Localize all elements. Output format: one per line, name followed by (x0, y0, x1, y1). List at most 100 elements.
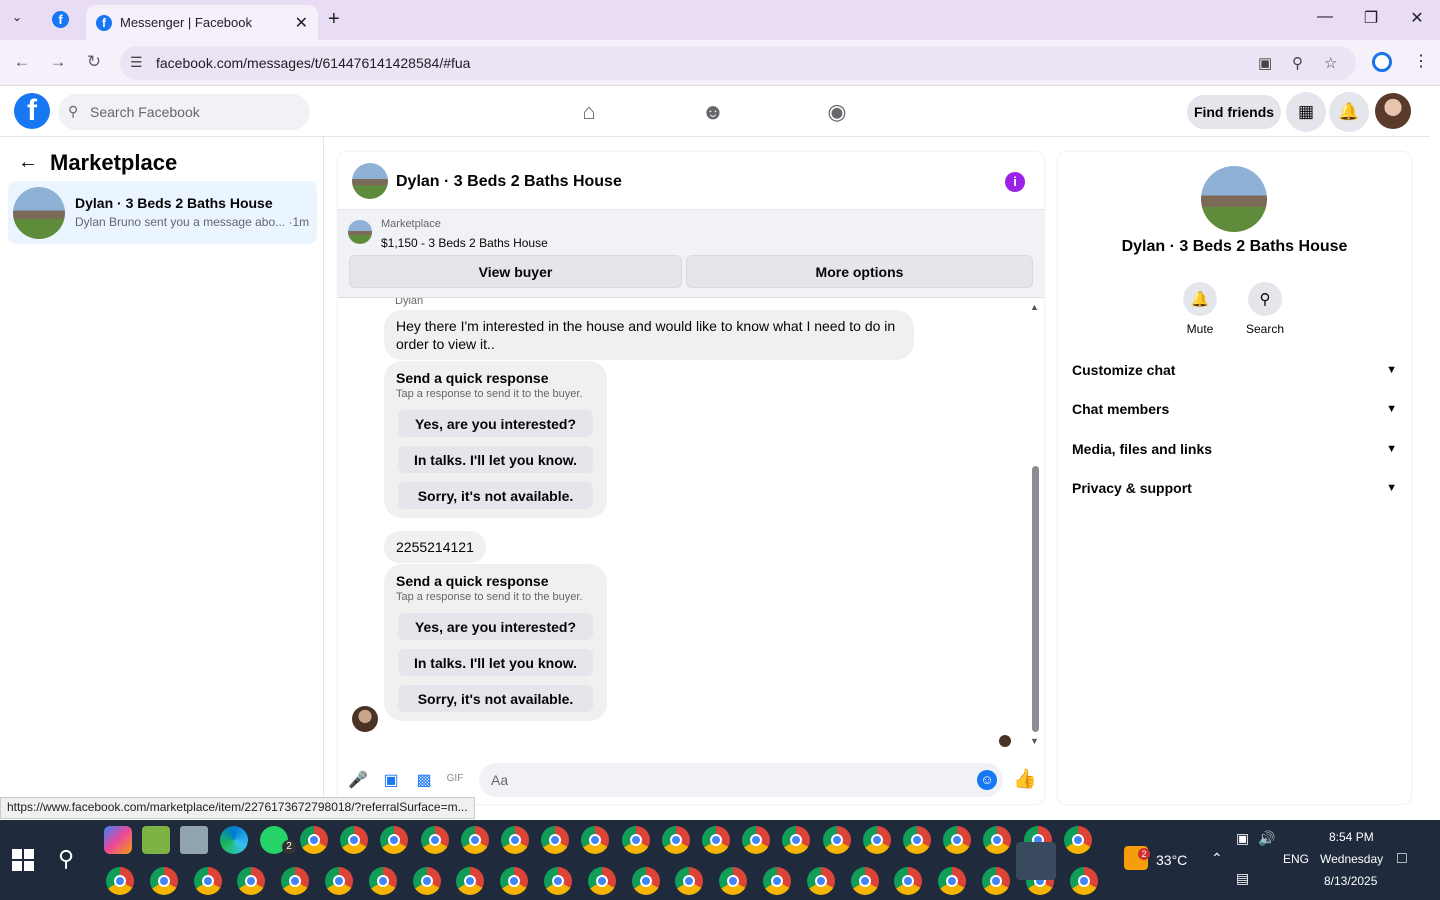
chrome-icon[interactable] (500, 867, 529, 895)
chrome-icon[interactable] (763, 867, 791, 895)
copilot-icon[interactable] (104, 826, 132, 854)
more-options-button[interactable]: More options (686, 255, 1033, 288)
close-tab-icon[interactable]: ✕ (295, 13, 308, 33)
groups-icon[interactable]: ◉ (822, 99, 852, 125)
gif-icon[interactable]: GIF (445, 773, 465, 784)
menu-grid-icon[interactable]: ▦ (1286, 92, 1326, 132)
pinned-facebook-tab[interactable]: f (52, 11, 69, 28)
install-app-icon[interactable]: ▣ (1258, 54, 1272, 72)
meeting-icon[interactable]: ▣ (1236, 830, 1249, 847)
chrome-icon[interactable] (894, 867, 923, 895)
weather-temperature[interactable]: 33°C (1156, 852, 1187, 868)
edge-icon[interactable] (220, 826, 248, 854)
site-settings-icon[interactable]: ☰ (130, 54, 143, 71)
quick-response-option[interactable]: In talks. I'll let you know. (398, 649, 593, 676)
bookmark-star-icon[interactable]: ☆ (1324, 54, 1337, 72)
account-avatar[interactable] (1375, 93, 1411, 129)
facebook-search-input[interactable]: ⚲ Search Facebook (58, 94, 310, 130)
clock-date[interactable]: 8/13/2025 (1324, 874, 1377, 888)
clock-time[interactable]: 8:54 PM (1329, 830, 1374, 844)
chrome-icon[interactable] (380, 826, 409, 854)
chrome-icon[interactable] (938, 867, 967, 895)
accordion-privacy-support[interactable]: Privacy & support ▼ (1072, 476, 1397, 500)
chrome-icon[interactable] (862, 826, 891, 854)
conversation-info-icon[interactable]: i (1005, 172, 1025, 192)
quick-response-option[interactable]: Yes, are you interested? (398, 410, 593, 437)
chrome-icon[interactable] (1069, 867, 1098, 895)
chrome-icon[interactable] (587, 867, 616, 895)
restore-icon[interactable]: ❐ (1359, 8, 1383, 28)
tab-list-chevron-icon[interactable]: ⌄ (12, 10, 22, 24)
microphone-icon[interactable]: 🎤 (348, 770, 368, 790)
quick-response-option[interactable]: Sorry, it's not available. (398, 482, 593, 509)
chrome-icon[interactable] (541, 826, 570, 854)
accordion-customize-chat[interactable]: Customize chat ▼ (1072, 358, 1397, 382)
chrome-icon[interactable] (661, 826, 690, 854)
chrome-icon[interactable] (412, 867, 441, 895)
chrome-icon[interactable] (719, 867, 748, 895)
chrome-icon[interactable] (340, 826, 369, 854)
quick-response-option[interactable]: Sorry, it's not available. (398, 685, 593, 712)
listing-price-title[interactable]: $1,150 - 3 Beds 2 Baths House (381, 236, 548, 250)
chat-scrollbar[interactable] (1032, 466, 1039, 732)
chrome-icon[interactable] (903, 826, 931, 854)
notifications-bell-icon[interactable]: 🔔 (1329, 92, 1369, 132)
chrome-icon[interactable] (281, 867, 310, 895)
network-icon[interactable]: ▤ (1236, 870, 1249, 887)
chrome-icon[interactable] (501, 826, 529, 854)
conversation-list-item[interactable]: Dylan · 3 Beds 2 Baths House Dylan Bruno… (8, 181, 317, 244)
chat-avatar[interactable] (352, 163, 388, 199)
new-tab-icon[interactable]: + (328, 8, 340, 31)
chrome-icon[interactable] (982, 867, 1010, 895)
profile-extension-icon[interactable] (1372, 52, 1392, 72)
chrome-icon[interactable] (943, 826, 972, 854)
search-conversation-button[interactable]: ⚲ Search (1235, 282, 1295, 336)
minimize-icon[interactable]: — (1313, 8, 1337, 26)
sender-avatar[interactable] (352, 706, 378, 732)
chrome-icon[interactable] (460, 826, 489, 854)
chrome-icon[interactable] (782, 826, 811, 854)
clock-day[interactable]: Wednesday (1320, 852, 1383, 866)
chrome-icon[interactable] (621, 826, 650, 854)
home-icon[interactable]: ⌂ (574, 99, 604, 125)
chrome-icon[interactable] (149, 867, 178, 895)
chrome-icon[interactable] (420, 826, 449, 854)
message-bubble[interactable]: Hey there I'm interested in the house an… (384, 310, 914, 360)
volume-icon[interactable]: 🔊 (1258, 830, 1275, 847)
notifications-icon[interactable]: □ (1397, 850, 1407, 868)
chrome-icon[interactable] (456, 867, 485, 895)
mute-button[interactable]: 🔔 Mute (1170, 282, 1230, 336)
keyboard-icon[interactable] (180, 826, 208, 854)
accordion-chat-members[interactable]: Chat members ▼ (1072, 397, 1397, 421)
chrome-icon[interactable] (631, 867, 660, 895)
chrome-icon[interactable] (581, 826, 610, 854)
chrome-icon[interactable] (300, 826, 328, 854)
chrome-icon[interactable] (325, 867, 353, 895)
chrome-icon[interactable] (544, 867, 572, 895)
listing-thumbnail[interactable] (348, 220, 372, 244)
chrome-icon[interactable] (702, 826, 730, 854)
view-buyer-button[interactable]: View buyer (349, 255, 682, 288)
forward-icon[interactable]: → (46, 52, 70, 72)
language-indicator[interactable]: ENG (1283, 852, 1309, 866)
scroll-down-arrow-icon[interactable]: ▼ (1030, 736, 1039, 746)
chrome-icon[interactable] (822, 826, 851, 854)
message-input[interactable]: Aa ☺ (479, 763, 1003, 797)
quick-response-option[interactable]: In talks. I'll let you know. (398, 446, 593, 473)
like-thumb-icon[interactable]: 👍 (1013, 767, 1037, 791)
notepad-icon[interactable] (142, 826, 170, 854)
chrome-icon[interactable] (850, 867, 879, 895)
show-hidden-icons-chevron-icon[interactable]: ⌃ (1211, 850, 1223, 867)
chrome-icon[interactable] (1063, 826, 1092, 854)
chrome-icon[interactable] (193, 867, 222, 895)
message-bubble[interactable]: 2255214121 (384, 531, 486, 563)
chrome-icon[interactable] (106, 867, 134, 895)
taskbar-search-icon[interactable]: ⚲ (58, 846, 74, 872)
zoom-icon[interactable]: ⚲ (1292, 54, 1303, 72)
close-window-icon[interactable]: ✕ (1405, 8, 1429, 28)
details-avatar[interactable] (1201, 166, 1267, 232)
friends-icon[interactable]: ☻ (698, 99, 728, 125)
photo-icon[interactable]: ▣ (381, 770, 401, 790)
chrome-icon[interactable] (675, 867, 704, 895)
browser-menu-icon[interactable]: ⋮ (1413, 51, 1429, 71)
